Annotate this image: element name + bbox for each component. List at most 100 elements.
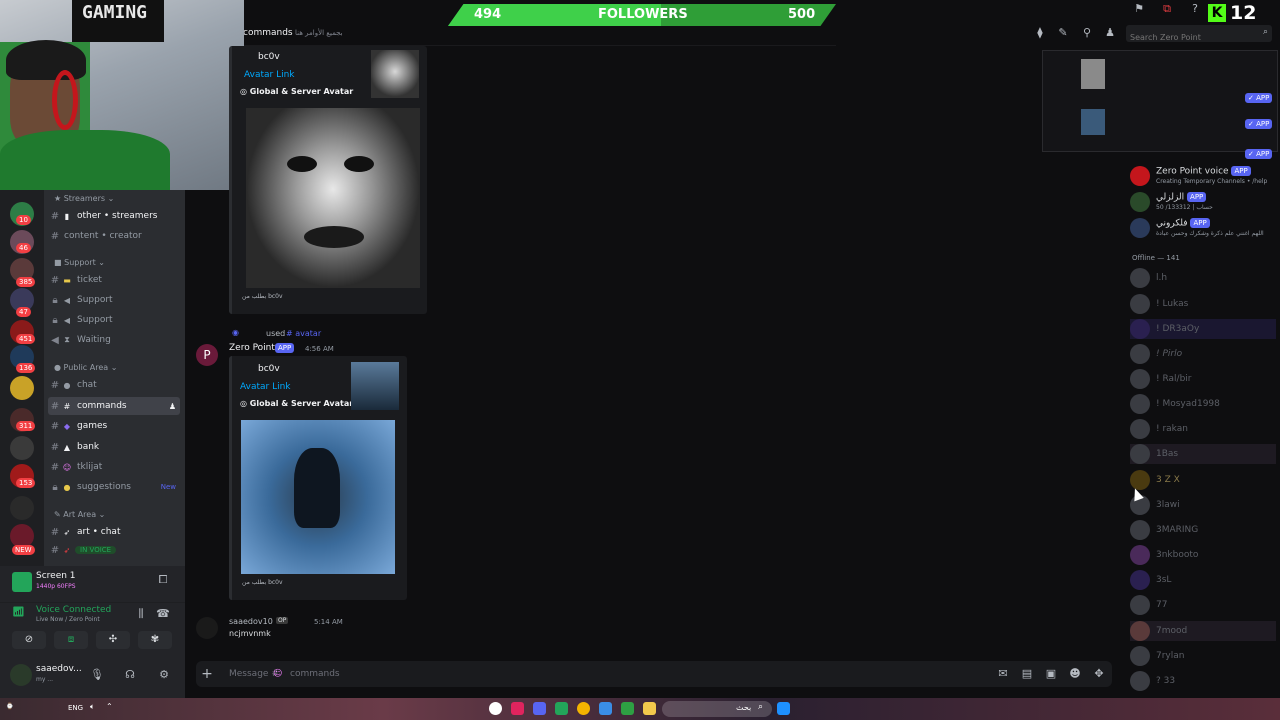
member-item[interactable]: 7rylan [1130, 646, 1276, 666]
members-icon[interactable]: ♟ [1103, 26, 1117, 40]
popout-icon[interactable]: ⧉ [1160, 2, 1174, 16]
member-item[interactable]: فلكروني APP اللهم اغنني علم ذكرة وشكرك وح… [1130, 218, 1276, 238]
message-composer[interactable]: + Message # ☺ commands ✉ ▤ ▣ ☻ ✥ [196, 661, 1112, 687]
disconnect-icon[interactable]: ☎ [156, 607, 170, 621]
noise-suppression-icon[interactable]: ⫼ [134, 607, 148, 621]
channel-suggestions[interactable]: 🔒︎ ● suggestions New [48, 478, 180, 496]
headphones-icon[interactable]: ☊ [123, 668, 137, 682]
username[interactable]: saaedov... [36, 664, 82, 674]
search-box[interactable]: ⌕ [1126, 25, 1272, 46]
apps-icon[interactable]: ✥ [1092, 667, 1106, 681]
category-streamers[interactable]: ★ Streamers ⌄ [54, 194, 114, 203]
activities-button[interactable]: ✣ [96, 631, 130, 649]
stream-preview[interactable]: ✓ APP ✓ APP ✓ APP [1042, 50, 1278, 159]
pin-icon[interactable]: ⚲ [1080, 26, 1094, 40]
embed-thumbnail[interactable] [371, 50, 419, 98]
taskbar-search[interactable]: بحث ⌕ [662, 701, 772, 717]
soundboard-button[interactable]: ✾ [138, 631, 172, 649]
channel-sidebar: ★ Streamers ⌄ # ▮ other • streamers # conte… [44, 190, 185, 566]
stop-stream-icon[interactable]: ⧠ [156, 573, 170, 587]
channel-chat[interactable]: # ● chat [48, 376, 180, 394]
video-off-button[interactable]: ⊘ [12, 631, 46, 649]
chrome-icon[interactable] [577, 702, 590, 715]
add-member-icon[interactable]: ♟ [169, 402, 176, 411]
user-name[interactable]: saaedov10 [229, 617, 273, 626]
gift-icon[interactable]: ✉ [996, 667, 1010, 681]
channel-support-1[interactable]: 🔒︎ ◀ Support [48, 291, 180, 309]
member-item[interactable]: l.h [1130, 268, 1276, 288]
voice-channel[interactable]: Live Now / Zero Point [36, 616, 100, 623]
server-icon-11[interactable] [10, 496, 34, 520]
search-input[interactable] [1126, 29, 1254, 46]
category-support[interactable]: ■ Support ⌄ [54, 258, 105, 267]
mute-icon[interactable]: ✎ [1056, 26, 1070, 40]
channel-games[interactable]: # ◆ games [48, 417, 180, 435]
server-icon-7[interactable] [10, 376, 34, 400]
member-item[interactable]: 3lawi [1130, 495, 1276, 515]
command-mention[interactable]: # avatar [286, 329, 321, 338]
channel-other-streamers[interactable]: # ▮ other • streamers [48, 207, 180, 225]
member-item[interactable]: 1Bas [1130, 444, 1276, 464]
bot-name[interactable]: Zero Point [229, 343, 275, 353]
member-item[interactable]: الزلزلي APP 50 /133312 | حساب [1130, 192, 1276, 212]
channel-tklijat[interactable]: # ☺ tklijat [48, 458, 180, 476]
channel-support-2[interactable]: 🔒︎ ◀ Support [48, 311, 180, 329]
member-item[interactable]: 7mood [1130, 621, 1276, 641]
channel-in-voice[interactable]: # ➶ IN VOICE [48, 541, 180, 559]
member-item[interactable]: 3nkbooto [1130, 545, 1276, 565]
xbox-icon[interactable] [621, 702, 634, 715]
member-item[interactable]: ! DR3aOy [1130, 319, 1276, 339]
channel-content-creator[interactable]: # content • creator [48, 227, 180, 245]
member-item[interactable]: ! Ral/bir [1130, 369, 1276, 389]
mic-icon[interactable]: 🎙︎ [90, 668, 104, 682]
category-public[interactable]: ● Public Area ⌄ [54, 363, 117, 372]
member-item[interactable]: 3 Z X [1130, 470, 1276, 490]
embed-image[interactable] [246, 108, 420, 288]
embed-thumbnail[interactable] [351, 362, 399, 410]
add-attachment-icon[interactable]: + [200, 667, 214, 681]
member-item[interactable]: ! rakan [1130, 419, 1276, 439]
channel-ticket[interactable]: # ▬ ticket [48, 271, 180, 289]
bot-avatar[interactable]: P [196, 344, 218, 366]
folder-icon[interactable] [643, 702, 656, 715]
member-item[interactable]: ! Lukas [1130, 294, 1276, 314]
windows-start-icon[interactable] [777, 702, 790, 715]
volume-icon[interactable]: 🔈︎ [90, 702, 95, 712]
category-art[interactable]: ✎ Art Area ⌄ [54, 510, 105, 519]
screen-share-button[interactable]: ⧈ [54, 631, 88, 649]
brave-icon[interactable] [511, 702, 524, 715]
discord-icon[interactable] [533, 702, 546, 715]
obs-icon[interactable] [489, 702, 502, 715]
member-avatar [1130, 520, 1150, 540]
gear-icon[interactable]: ⚙ [157, 668, 171, 682]
avatar-link[interactable]: Avatar Link [244, 70, 295, 80]
store-icon[interactable] [599, 702, 612, 715]
member-item[interactable]: ! Pirlo [1130, 344, 1276, 364]
member-item[interactable]: ? 33 [1130, 671, 1276, 691]
gif-icon[interactable]: ▤ [1020, 667, 1034, 681]
avatar[interactable] [10, 664, 32, 686]
inbox-icon[interactable]: ⚑ [1132, 2, 1146, 16]
channel-waiting[interactable]: ◀ ⧗ Waiting [48, 331, 180, 349]
emoji-icon[interactable]: ☻ [1068, 667, 1082, 681]
server-badge: 311 [16, 421, 36, 431]
language-indicator[interactable]: ENG [68, 704, 83, 712]
sticker-icon[interactable]: ▣ [1044, 667, 1058, 681]
voice-status[interactable]: Voice Connected [36, 605, 111, 615]
help-icon[interactable]: ? [1188, 2, 1202, 16]
member-item[interactable]: Zero Point voice APP Creating Temporary C… [1130, 166, 1276, 186]
server-icon-9[interactable] [10, 436, 34, 460]
channel-art-chat[interactable]: # ➶ art • chat [48, 523, 180, 541]
member-item[interactable]: 3sL [1130, 570, 1276, 590]
chevron-up-icon[interactable]: ⌃ [106, 702, 113, 711]
user-avatar[interactable] [196, 617, 218, 639]
member-item[interactable]: 77 [1130, 595, 1276, 615]
member-item[interactable]: 3MARING [1130, 520, 1276, 540]
channel-bank[interactable]: # ▲ bank [48, 438, 180, 456]
app-icon[interactable] [555, 702, 568, 715]
member-item[interactable]: ! Mosyad1998 [1130, 394, 1276, 414]
followers-goal: 500 [788, 7, 816, 22]
threads-icon[interactable]: ⧫ [1033, 26, 1047, 40]
channel-commands[interactable]: # # commands ♟ [48, 397, 180, 415]
avatar-link[interactable]: Avatar Link [240, 382, 291, 392]
